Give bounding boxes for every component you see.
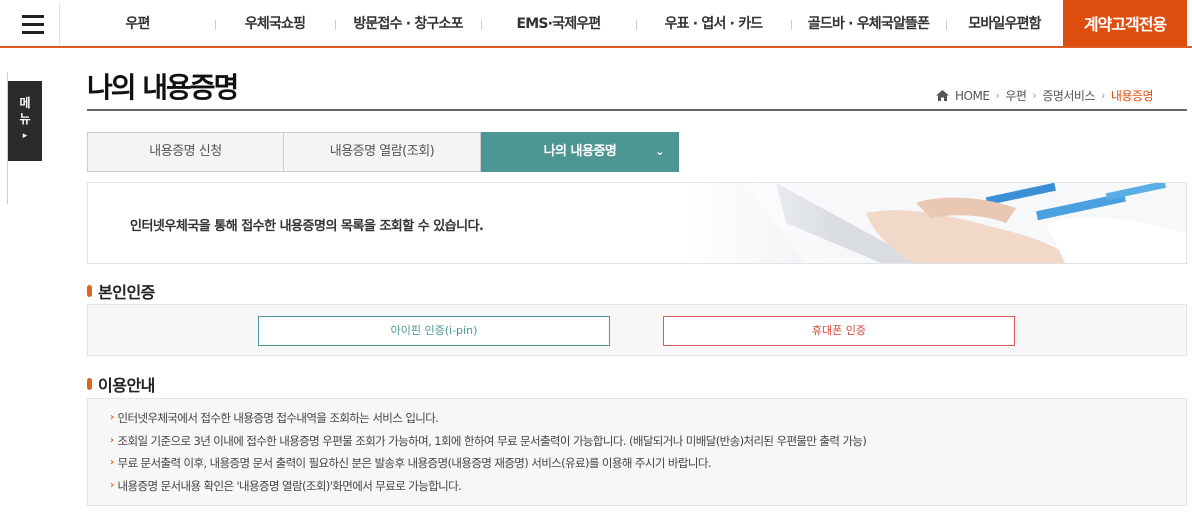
list-item: › 조회일 기준으로 3년 이내에 접수한 내용증명 우편물 조회가 가능하며,… (110, 430, 1186, 453)
breadcrumb-separator: › (1032, 89, 1037, 102)
nav-item-stamps[interactable]: 우표 · 엽서 · 카드 (636, 0, 791, 46)
title-divider (87, 109, 1187, 111)
breadcrumb-item-current: 내용증명 (1110, 89, 1154, 103)
side-menu-arrow-icon: ▸ (22, 131, 28, 141)
breadcrumb: HOME › 우편 › 증명서비스 › 내용증명 (936, 87, 1188, 104)
auth-box: 아이핀 인증(i-pin) 휴대폰 인증 (87, 304, 1187, 356)
tab-my-certified[interactable]: 나의 내용증명 ⌄ (481, 132, 679, 172)
bullet-arrow-icon: › (110, 412, 114, 423)
banner-illustration (686, 183, 1186, 263)
guide-box: › 인터넷우체국에서 접수한 내용증명 접수내역을 조회하는 서비스 입니다. … (87, 398, 1187, 506)
home-icon (936, 90, 949, 101)
nav-item-mobile-mailbox[interactable]: 모바일우편함 (946, 0, 1063, 46)
nav-item-shopping[interactable]: 우체국쇼핑 (215, 0, 335, 46)
nav-item-post[interactable]: 우편 (60, 0, 215, 46)
ipin-auth-button[interactable]: 아이핀 인증(i-pin) (258, 316, 610, 346)
list-item: › 인터넷우체국에서 접수한 내용증명 접수내역을 조회하는 서비스 입니다. (110, 407, 1186, 430)
section-heading-auth: 본인인증 (87, 279, 155, 303)
tab-bar: 내용증명 신청 내용증명 열람(조회) 나의 내용증명 ⌄ (87, 132, 679, 172)
breadcrumb-home[interactable]: HOME (955, 89, 990, 103)
bullet-arrow-icon: › (110, 479, 114, 491)
side-menu-tab[interactable]: 메뉴 ▸ (8, 81, 42, 161)
breadcrumb-separator: › (995, 89, 1000, 102)
breadcrumb-separator: › (1101, 89, 1105, 102)
section-bullet-icon (87, 378, 92, 390)
bullet-arrow-icon: › (110, 434, 114, 446)
intro-description: 인터넷우체국을 통해 접수한 내용증명의 목록을 조회할 수 있습니다. (130, 219, 484, 234)
intro-banner: 인터넷우체국을 통해 접수한 내용증명의 목록을 조회할 수 있습니다. (87, 182, 1187, 264)
section-bullet-icon (87, 285, 92, 297)
breadcrumb-item-certification[interactable]: 증명서비스 (1042, 87, 1095, 104)
guide-text: 조회일 기준으로 3년 이내에 접수한 내용증명 우편물 조회가 가능하며, 1… (117, 433, 867, 448)
tab-apply[interactable]: 내용증명 신청 (87, 132, 284, 172)
nav-item-goldbar[interactable]: 골드바 · 우체국알뜰폰 (791, 0, 946, 46)
guide-text: 내용증명 문서내용 확인은 '내용증명 열람(조회)'화면에서 무료로 가능합니… (117, 478, 462, 493)
section-heading-guide-label: 이용안내 (98, 376, 155, 395)
breadcrumb-item-post[interactable]: 우편 (1005, 87, 1027, 104)
section-heading-auth-label: 본인인증 (98, 283, 155, 302)
tab-view-lookup[interactable]: 내용증명 열람(조회) (284, 132, 481, 172)
top-navigation: 우편 우체국쇼핑 방문접수 · 창구소포 EMS·국제우편 우표 · 엽서 · … (0, 0, 1192, 48)
hamburger-menu-icon[interactable] (6, 4, 60, 44)
nav-item-ems[interactable]: EMS·국제우편 (481, 0, 636, 46)
bullet-arrow-icon: › (110, 457, 114, 468)
tab-my-certified-label: 나의 내용증명 (543, 144, 617, 159)
page-title: 나의 내용증명 (87, 71, 239, 104)
phone-auth-button[interactable]: 휴대폰 인증 (663, 316, 1015, 346)
list-item: › 내용증명 문서내용 확인은 '내용증명 열람(조회)'화면에서 무료로 가능… (110, 475, 1186, 498)
nav-item-contract-customer[interactable]: 계약고객전용 (1063, 0, 1187, 46)
list-item: › 무료 문서출력 이후, 내용증명 문서 출력이 필요하신 분은 발송후 내용… (110, 452, 1186, 475)
guide-text: 무료 문서출력 이후, 내용증명 문서 출력이 필요하신 분은 발송후 내용증명… (117, 456, 712, 470)
section-heading-guide: 이용안내 (87, 372, 155, 396)
chevron-down-icon: ⌄ (655, 145, 664, 158)
side-menu-label: 메뉴 (19, 96, 31, 126)
guide-text: 인터넷우체국에서 접수한 내용증명 접수내역을 조회하는 서비스 입니다. (117, 411, 439, 425)
nav-item-visit-parcel[interactable]: 방문접수 · 창구소포 (335, 0, 481, 46)
